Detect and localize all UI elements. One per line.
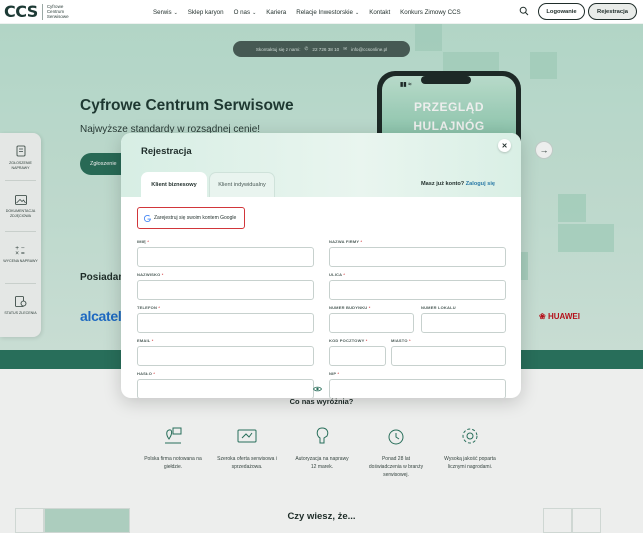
imie-input[interactable] <box>137 247 314 267</box>
logo[interactable]: CCS Cyfrowe Centrum Serwisowe <box>4 2 77 21</box>
nav-item-relacje[interactable]: Relacje Inwestorskie ⌄ <box>296 9 359 16</box>
close-icon[interactable]: ✕ <box>498 139 511 152</box>
nav-item-kontakt[interactable]: Kontakt <box>369 9 390 16</box>
numer-budynku-input[interactable] <box>329 313 414 333</box>
chevron-down-icon: ⌄ <box>354 9 360 16</box>
nip-input[interactable] <box>329 379 506 398</box>
nazwisko-input[interactable] <box>137 280 314 300</box>
label-email: EMAIL * <box>137 338 154 343</box>
label-nip: NIP * <box>329 371 340 376</box>
main-nav: Serwis ⌄ Sklep karyon O nas ⌄ Kariera Rela… <box>153 0 471 24</box>
miasto-input[interactable] <box>391 346 506 366</box>
ulica-input[interactable] <box>329 280 506 300</box>
nav-item-konkurs[interactable]: Konkurs Zimowy CCS <box>400 9 461 16</box>
logo-mark: CCS <box>4 2 38 21</box>
email-input[interactable] <box>137 346 314 366</box>
label-nazwisko: NAZWISKO * <box>137 272 164 277</box>
kod-pocztowy-input[interactable] <box>329 346 386 366</box>
nav-item-serwis[interactable]: Serwis ⌄ <box>153 9 178 16</box>
tab-individual-client[interactable]: Klient indywidualny <box>209 172 275 197</box>
site-header: CCS Cyfrowe Centrum Serwisowe Serwis ⌄ Sk… <box>0 0 643 24</box>
label-imie: IMIĘ * <box>137 239 150 244</box>
modal-title: Rejestracja <box>141 146 192 157</box>
login-link[interactable]: Zaloguj się <box>466 181 495 187</box>
login-button[interactable]: Logowanie <box>538 3 585 20</box>
logo-divider <box>41 3 43 20</box>
eye-icon[interactable] <box>313 386 322 392</box>
tab-business-client[interactable]: Klient biznesowy <box>141 172 207 197</box>
nazwa-firmy-input[interactable] <box>329 247 506 267</box>
google-icon <box>144 214 151 222</box>
google-signup-button[interactable]: Zarejestruj się swoim kontem Google <box>137 207 245 229</box>
registration-modal: Rejestracja ✕ Klient biznesowy Klient in… <box>121 133 521 398</box>
nav-item-sklep[interactable]: Sklep karyon <box>188 9 224 16</box>
register-button[interactable]: Rejestracja <box>588 3 637 20</box>
chevron-down-icon: ⌄ <box>173 9 178 16</box>
label-miasto: MIASTO * <box>391 338 411 343</box>
label-numer-lokalu: NUMER LOKALU <box>421 305 456 310</box>
nav-item-o-nas[interactable]: O nas ⌄ <box>234 9 257 16</box>
nav-item-kariera[interactable]: Kariera <box>266 9 286 16</box>
label-kod-pocztowy: KOD POCZTOWY * <box>329 338 368 343</box>
search-icon[interactable] <box>519 6 529 16</box>
haslo-input[interactable] <box>137 379 322 398</box>
label-telefon: TELEFON * <box>137 305 161 310</box>
telefon-input[interactable] <box>137 313 314 333</box>
label-haslo: HASŁO * <box>137 371 156 376</box>
label-nazwa-firmy: NAZWA FIRMY * <box>329 239 363 244</box>
chevron-down-icon: ⌄ <box>252 9 257 16</box>
numer-lokalu-input[interactable] <box>421 313 506 333</box>
label-numer-budynku: NUMER BUDYNKU * <box>329 305 371 310</box>
logo-text: Cyfrowe Centrum Serwisowe <box>46 4 69 19</box>
label-ulica: ULICA * <box>329 272 346 277</box>
have-account-text: Masz już konto? Zaloguj się <box>421 181 495 187</box>
